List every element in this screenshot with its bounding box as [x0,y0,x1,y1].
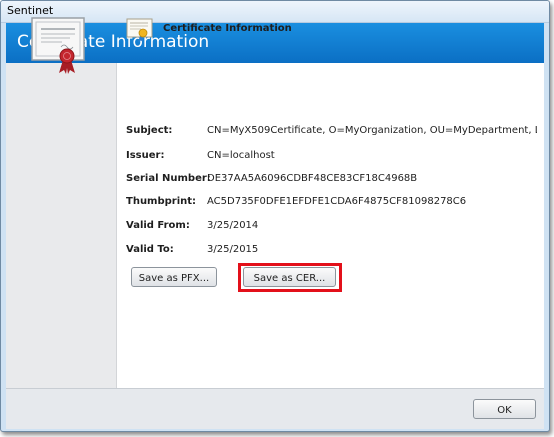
save-as-pfx-button[interactable]: Save as PFX... [131,267,217,287]
field-value: DE37AA5A6096CDBF48CE83CF18C4968B [207,173,418,184]
field-value: CN=localhost [207,150,275,161]
field-value: 3/25/2014 [207,220,259,231]
field-value: AC5D735F0DFE1EFDFE1CDA6F4875CF81098278C6 [207,196,467,207]
left-panel [6,63,117,388]
certificate-dialog: Sentinet Certificate Information Certifi… [0,0,550,432]
field-label: Issuer: [126,150,165,161]
field-label: Thumbprint: [126,196,197,207]
section-title: Certificate Information [163,23,292,34]
ok-button[interactable]: OK [473,399,536,419]
highlight-box [238,263,342,292]
field-label: Valid To: [126,244,174,255]
field-label: Valid From: [126,220,190,231]
dialog-footer [6,388,544,429]
certificate-small-icon [126,18,154,46]
field-value: 3/25/2015 [207,244,259,255]
field-value: CN=MyX509Certificate, O=MyOrganization, … [207,125,537,136]
certificate-large-icon [30,16,86,80]
field-label: Subject: [126,125,173,136]
field-label: Serial Number: [126,173,211,184]
